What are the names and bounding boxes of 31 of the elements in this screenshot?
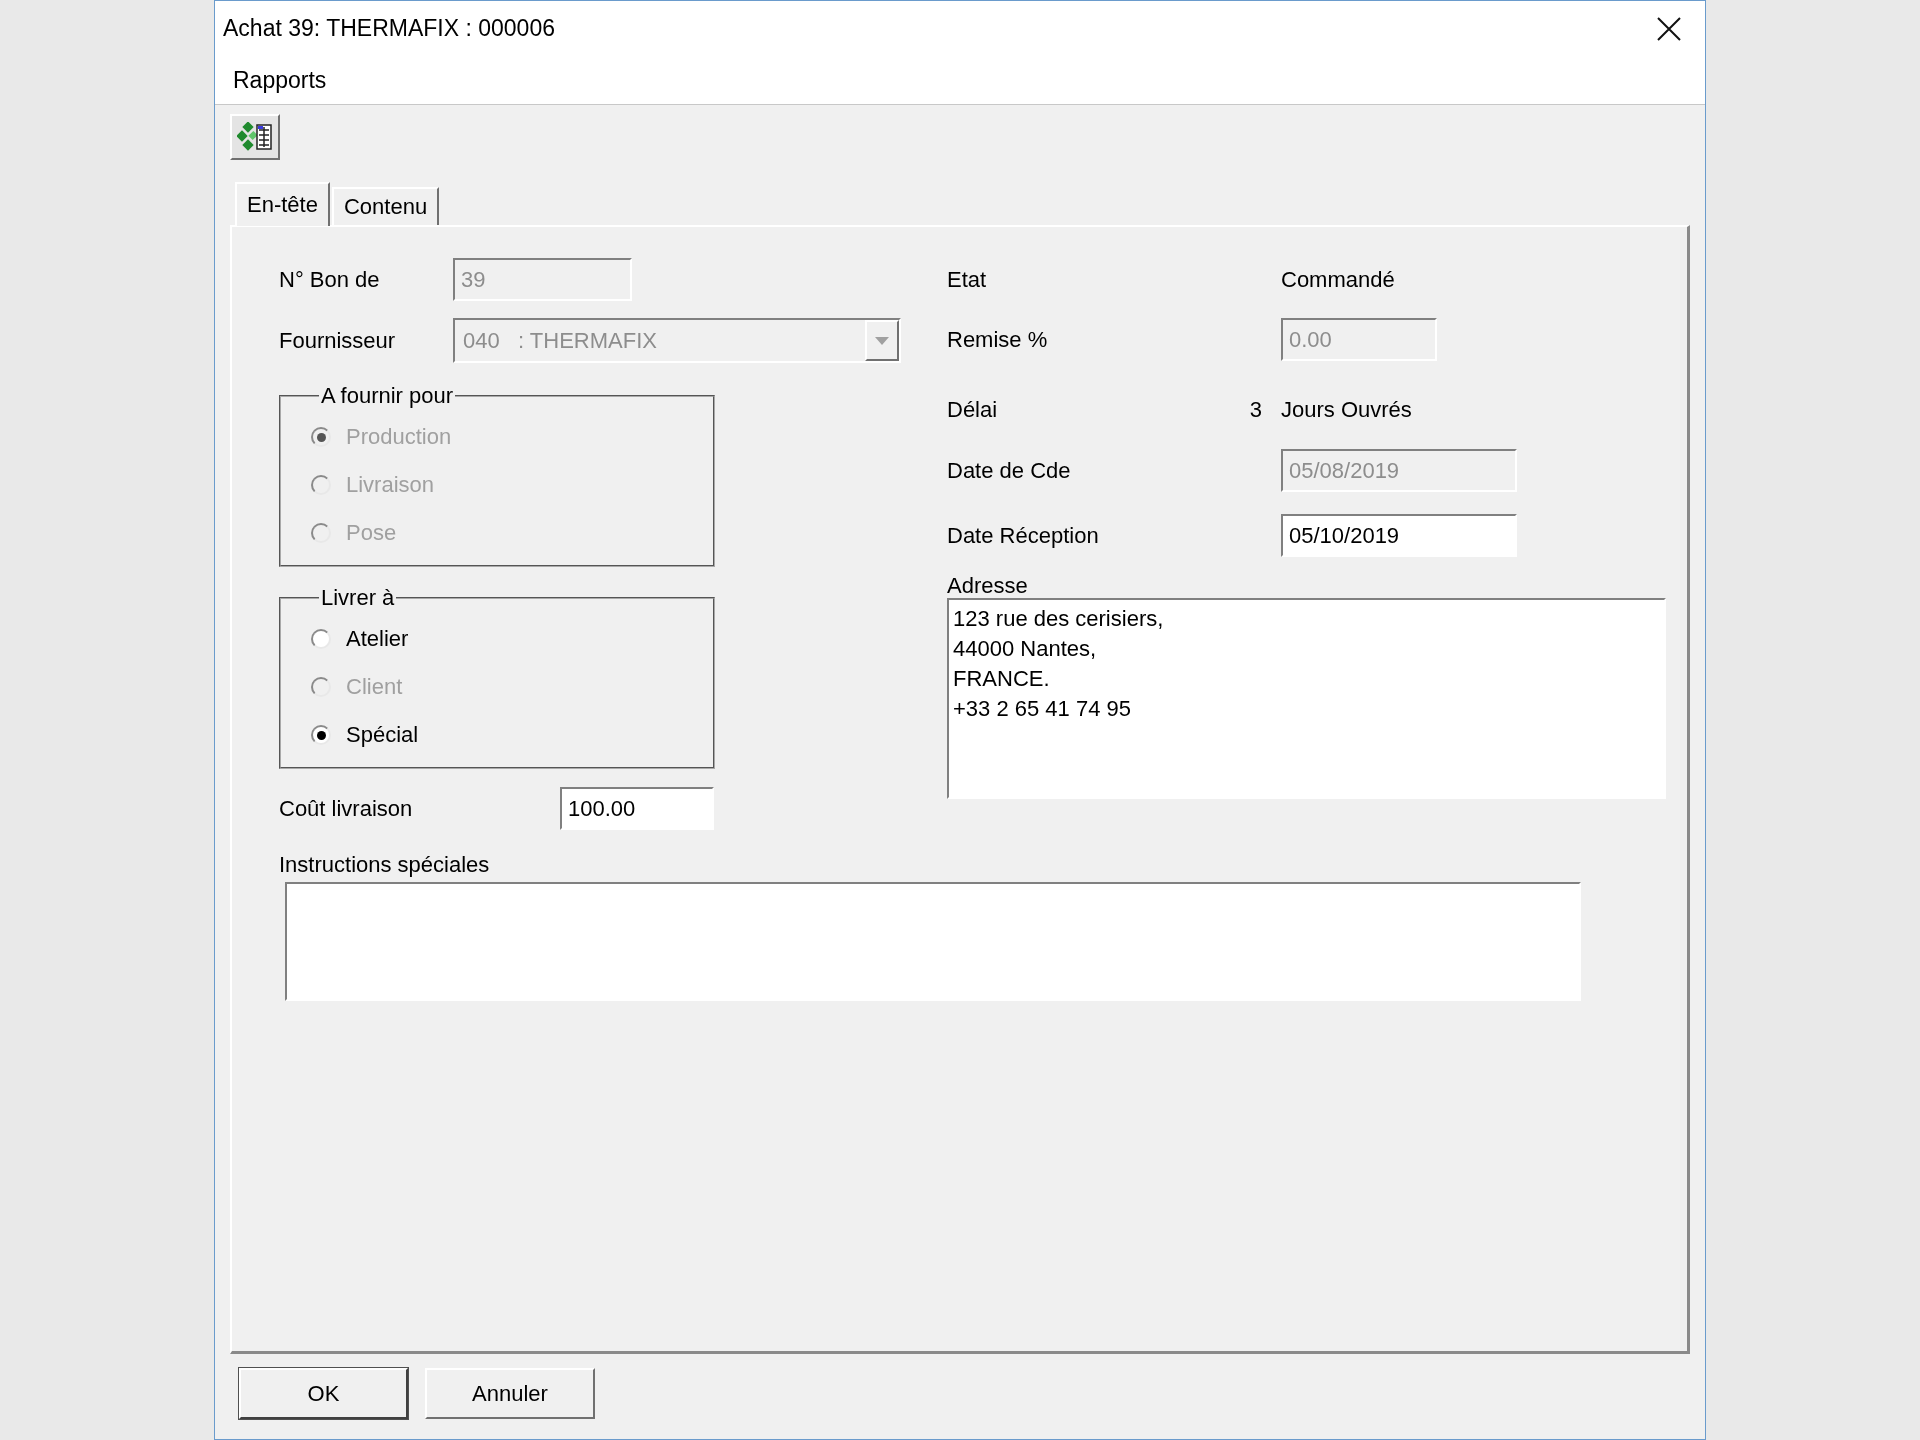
field-label: Coût livraison [279, 795, 414, 822]
dialog-button[interactable]: Annuler [425, 1368, 595, 1419]
toolbar-button[interactable] [230, 114, 280, 160]
radio-option[interactable]: Spécial [311, 711, 419, 759]
status-value: Commandé [1281, 266, 1395, 293]
text-field[interactable]: 100.00 [560, 787, 714, 830]
delay-unit: Jours Ouvrés [1281, 396, 1412, 423]
field-label: N° Bon de [279, 266, 381, 293]
text-field[interactable]: 05/10/2019 [1281, 514, 1517, 557]
instructions-field[interactable] [285, 882, 1581, 1001]
field-label: Adresse [947, 574, 1029, 598]
dropdown-arrow-icon [875, 336, 889, 345]
tab[interactable]: En-tête [235, 182, 330, 226]
address-field[interactable]: 123 rue des cerisiers, 44000 Nantes, FRANCE. +33 2 65 41 74 95 [947, 598, 1666, 799]
report-grid-icon [237, 122, 273, 152]
field-label: Fournisseur [279, 327, 397, 354]
field-label: Date de Cde [947, 457, 1072, 484]
field-label: Remise % [947, 326, 1049, 353]
dialog-button[interactable]: OK [239, 1368, 408, 1419]
group-title: A fournir pour [320, 383, 455, 409]
field-label: Etat [947, 266, 988, 293]
field-label: Date Réception [947, 522, 1100, 549]
tab[interactable]: Contenu [331, 187, 440, 225]
close-icon [1656, 15, 1682, 42]
field-label: Instructions spéciales [279, 852, 491, 878]
field-label: Délai [947, 396, 999, 423]
radio-option[interactable]: Atelier [311, 615, 409, 663]
menu-item[interactable]: Rapports [231, 62, 329, 98]
delay-number: 3 [1248, 396, 1262, 423]
group-title: Livrer à [320, 585, 396, 611]
window-title: Achat 39: THERMAFIX : 000006 [223, 15, 555, 42]
